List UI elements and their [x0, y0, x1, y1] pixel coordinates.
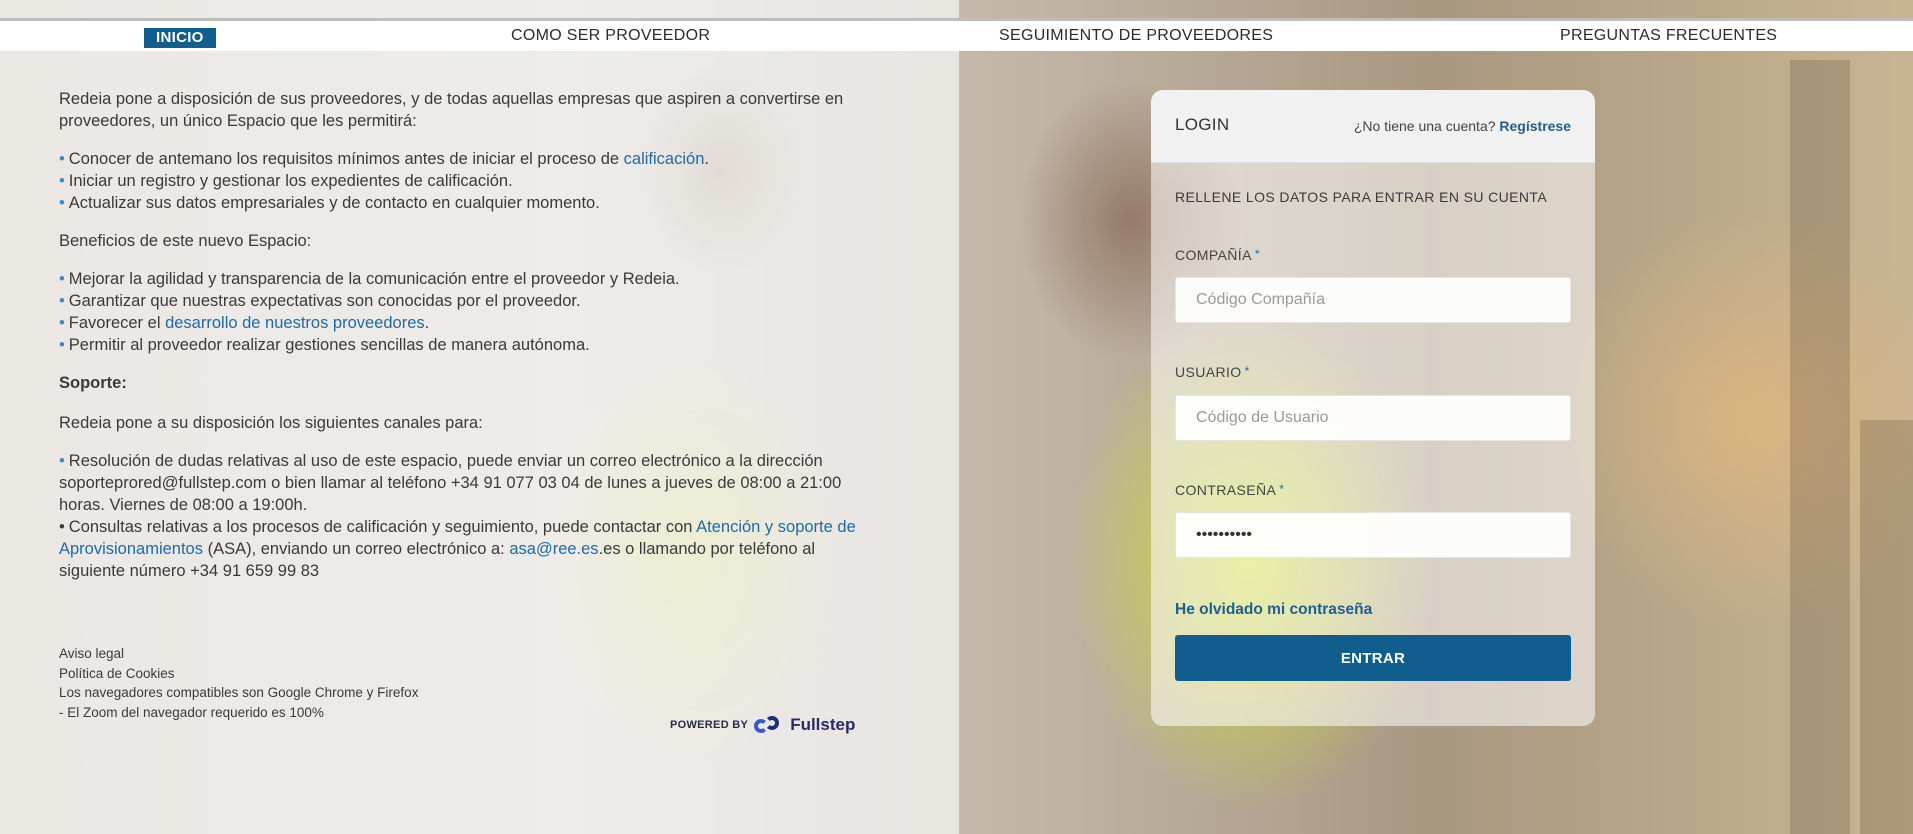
password-label-text: CONTRASEÑA	[1175, 482, 1277, 498]
password-input[interactable]	[1175, 512, 1571, 558]
list-item: • Actualizar sus datos empresariales y de…	[59, 192, 859, 214]
required-mark: *	[1244, 364, 1250, 378]
list-item-text: Mejorar la agilidad y transparencia de l…	[68, 270, 680, 288]
background-structure	[1790, 60, 1850, 834]
list-item: • Garantizar que nuestras expectativas so…	[59, 290, 859, 312]
cookies-link[interactable]: Política de Cookies	[59, 664, 418, 684]
user-input[interactable]	[1175, 395, 1571, 441]
support-item-text: Consultas relativas a los procesos de ca…	[68, 518, 697, 536]
intro-paragraph: Redeia pone a disposición de sus proveed…	[59, 90, 844, 130]
benefits-heading: Beneficios de este nuevo Espacio:	[59, 232, 312, 250]
zoom-note: - El Zoom del navegador requerido es 100…	[59, 704, 324, 720]
asa-email-link[interactable]: asa@ree.es	[509, 540, 598, 558]
fullstep-logo-icon	[754, 714, 784, 736]
bullet-icon: •	[59, 314, 65, 332]
list-item: • Iniciar un registro y gestionar los exp…	[59, 170, 859, 192]
fullstep-brand-name: Fullstep	[790, 715, 856, 734]
company-label: COMPAÑÍA *	[1175, 247, 1260, 263]
register-link[interactable]: Regístrese	[1499, 118, 1571, 134]
intro-list: • Conocer de antemano los requisitos míni…	[59, 148, 859, 214]
powered-by-label: POWERED BY	[670, 719, 749, 731]
login-card-header: LOGIN ¿No tiene una cuenta? Regístrese	[1151, 90, 1595, 163]
nav-item-inicio[interactable]: INICIO	[144, 28, 216, 48]
calificacion-link[interactable]: calificación	[624, 150, 705, 168]
list-item: • Mejorar la agilidad y transparencia de …	[59, 268, 859, 290]
support-item: • Resolución de dudas relativas al uso de…	[59, 450, 859, 516]
submit-button[interactable]: ENTRAR	[1175, 635, 1571, 681]
list-item-text: Favorecer el	[68, 314, 166, 332]
support-item: • Consultas relativas a los procesos de c…	[59, 516, 859, 582]
bullet-icon: •	[59, 292, 65, 310]
required-mark: *	[1254, 247, 1260, 261]
nav-item-como-ser-proveedor[interactable]: COMO SER PROVEEDOR	[511, 27, 710, 45]
company-label-text: COMPAÑÍA	[1175, 247, 1252, 263]
support-item-text: Resolución de dudas relativas al uso de …	[59, 452, 842, 514]
footer-links: Aviso legal Política de Cookies Los nave…	[59, 644, 418, 722]
bullet-icon: •	[59, 336, 65, 354]
list-item-text: Actualizar sus datos empresariales y de …	[68, 194, 600, 212]
list-item: • Conocer de antemano los requisitos míni…	[59, 148, 859, 170]
bullet-icon: •	[59, 172, 65, 190]
browsers-note: Los navegadores compatibles son Google C…	[59, 685, 419, 700]
bullet-icon: •	[59, 194, 65, 212]
support-paragraph: Redeia pone a su disposición los siguien…	[59, 414, 483, 432]
list-item-text: .	[704, 150, 709, 168]
company-input[interactable]	[1175, 277, 1571, 323]
user-label-text: USUARIO	[1175, 364, 1242, 380]
bullet-icon: •	[59, 270, 65, 288]
desarrollo-proveedores-link[interactable]: desarrollo de nuestros proveedores	[165, 314, 425, 332]
nav-item-preguntas-frecuentes[interactable]: PREGUNTAS FRECUENTES	[1560, 27, 1777, 45]
bullet-icon: •	[59, 150, 65, 168]
powered-by: POWERED BY Fullstep	[670, 714, 855, 736]
list-item-text: Conocer de antemano los requisitos mínim…	[68, 150, 624, 168]
support-item-text: (ASA), enviando un correo electrónico a:	[203, 540, 510, 558]
register-prompt: ¿No tiene una cuenta? Regístrese	[1354, 118, 1571, 134]
list-item-text: Garantizar que nuestras expectativas son…	[68, 292, 581, 310]
bullet-icon: •	[59, 452, 65, 470]
list-item: • Favorecer el desarrollo de nuestros pro…	[59, 312, 859, 334]
required-mark: *	[1279, 482, 1285, 496]
legal-link[interactable]: Aviso legal	[59, 644, 418, 664]
forgot-password-link[interactable]: He olvidado mi contraseña	[1175, 601, 1372, 619]
login-title: LOGIN	[1175, 115, 1230, 134]
support-heading: Soporte:	[59, 374, 127, 392]
nav-item-seguimiento-proveedores[interactable]: SEGUIMIENTO DE PROVEEDORES	[999, 27, 1273, 45]
list-item-text: Permitir al proveedor realizar gestiones…	[68, 336, 590, 354]
bullet-icon: •	[59, 518, 65, 536]
password-label: CONTRASEÑA *	[1175, 482, 1284, 498]
user-label: USUARIO *	[1175, 364, 1250, 380]
login-subtitle: RELLENE LOS DATOS PARA ENTRAR EN SU CUEN…	[1175, 189, 1548, 205]
list-item: • Permitir al proveedor realizar gestione…	[59, 334, 859, 356]
main-nav: INICIO COMO SER PROVEEDOR SEGUIMIENTO DE…	[0, 21, 1913, 51]
list-item-text: .	[424, 314, 430, 332]
info-content: Redeia pone a disposición de sus proveed…	[59, 88, 859, 582]
background-structure	[1860, 420, 1913, 834]
no-account-text: ¿No tiene una cuenta?	[1353, 118, 1496, 134]
login-card: LOGIN ¿No tiene una cuenta? Regístrese R…	[1151, 90, 1595, 726]
list-item-text: Iniciar un registro y gestionar los expe…	[68, 172, 513, 190]
benefits-list: • Mejorar la agilidad y transparencia de …	[59, 268, 859, 356]
